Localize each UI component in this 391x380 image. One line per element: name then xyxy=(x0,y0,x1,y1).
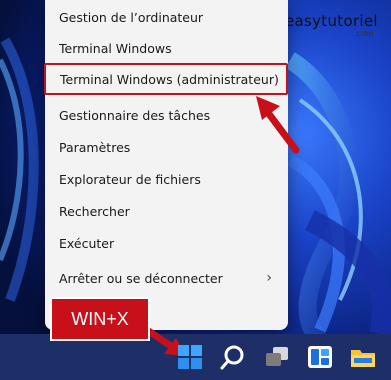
menu-item-run[interactable]: Exécuter xyxy=(45,228,288,258)
menu-item-label: Exécuter xyxy=(59,235,115,251)
menu-item-label: Paramètres xyxy=(59,139,131,155)
task-view-icon[interactable] xyxy=(264,344,290,370)
logo-name: easytutoriel xyxy=(285,12,378,30)
menu-item-label: Terminal Windows (administrateur) xyxy=(60,71,279,87)
menu-item-label: Explorateur de fichiers xyxy=(59,171,201,187)
chevron-right-icon: › xyxy=(266,270,272,286)
annotation-arrow-icon xyxy=(256,96,300,154)
widgets-icon[interactable] xyxy=(307,344,333,370)
quick-link-menu: Gestion de l’ordinateur Terminal Windows… xyxy=(44,0,288,330)
menu-item-label: Arrêter ou se déconnecter xyxy=(59,270,223,286)
windows-start-icon[interactable] xyxy=(177,344,203,370)
menu-item-file-explorer[interactable]: Explorateur de fichiers xyxy=(45,164,288,194)
menu-item-computer-management[interactable]: Gestion de l’ordinateur xyxy=(45,2,288,32)
file-explorer-icon[interactable] xyxy=(350,344,376,370)
search-icon[interactable] xyxy=(220,344,246,370)
menu-item-label: Gestionnaire des tâches xyxy=(59,107,211,123)
menu-item-label: Rechercher xyxy=(59,203,130,219)
menu-item-label: Gestion de l’ordinateur xyxy=(59,9,204,25)
menu-item-windows-terminal[interactable]: Terminal Windows xyxy=(45,33,288,63)
menu-item-label: Terminal Windows xyxy=(59,40,172,56)
menu-item-shutdown-signout[interactable]: Arrêter ou se déconnecter › xyxy=(45,263,288,293)
menu-item-search[interactable]: Rechercher xyxy=(45,196,288,226)
shortcut-label: WIN+X xyxy=(50,297,150,341)
logo-domain: .com xyxy=(354,29,374,38)
